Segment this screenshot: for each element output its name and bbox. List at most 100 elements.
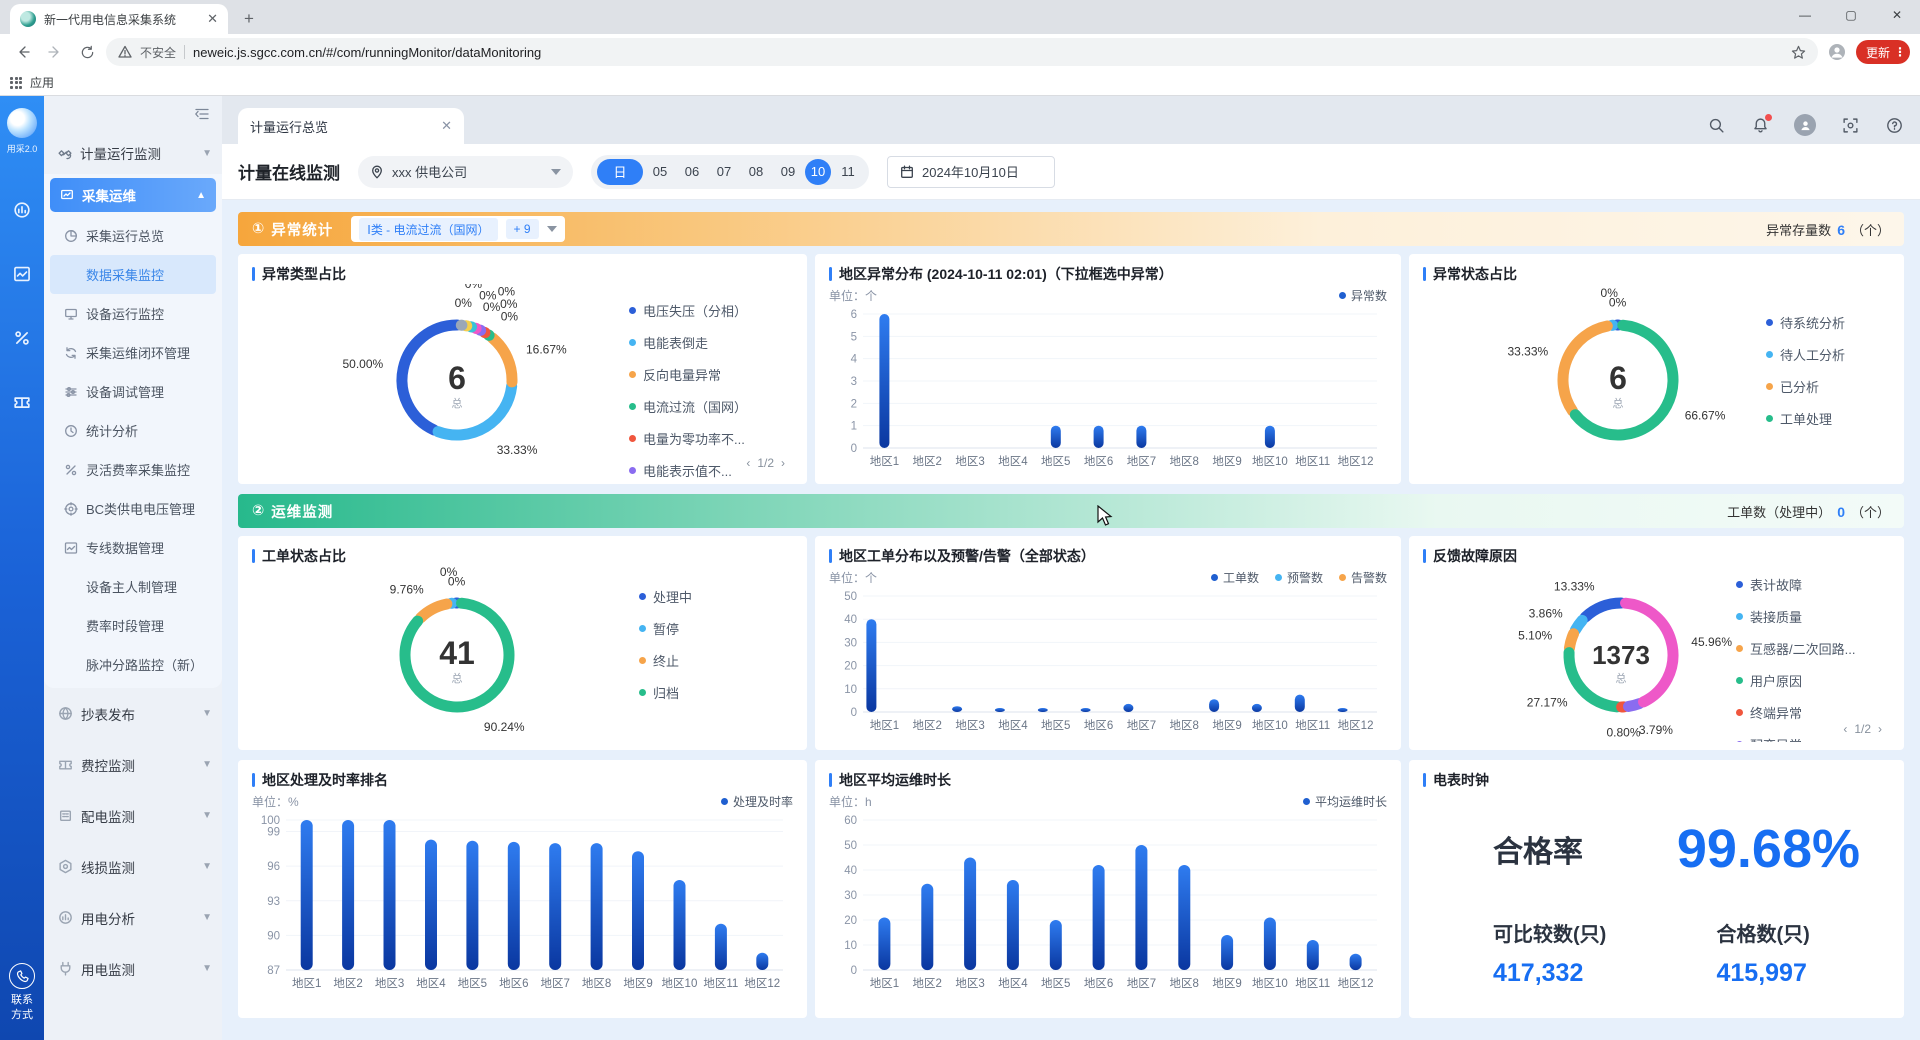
sidebar-item-设备调试管理[interactable]: 设备调试管理 <box>44 372 222 411</box>
user-avatar[interactable] <box>1794 114 1816 136</box>
legend-item: 用户原因 <box>1736 670 1886 690</box>
address-bar[interactable]: 不安全 neweic.js.sgcc.com.cn/#/com/runningM… <box>106 38 1818 66</box>
coupon-icon[interactable] <box>13 393 31 411</box>
contact-block[interactable]: 联系方式 <box>9 963 35 1022</box>
exception-type-select[interactable]: Ⅰ类 - 电流过流（国网） + 9 <box>351 216 564 242</box>
sidebar-item-采集运行总览[interactable]: 采集运行总览 <box>44 216 222 255</box>
notification-bell-icon[interactable] <box>1750 115 1770 135</box>
date-picker[interactable]: 2024年10月10日 <box>887 156 1055 188</box>
legend-dot <box>639 593 646 600</box>
new-tab-button[interactable]: + <box>236 6 262 32</box>
sidebar-group-费控监测[interactable]: 费控监测▼ <box>44 739 222 790</box>
legend-label: 电能表示值不... <box>643 461 732 480</box>
sidebar-group-线损监测[interactable]: 线损监测▼ <box>44 841 222 892</box>
chart-unit: 单位：% <box>252 793 299 810</box>
window-close-button[interactable]: ✕ <box>1874 0 1920 30</box>
ticket-icon <box>58 757 73 772</box>
search-icon[interactable] <box>1706 115 1726 135</box>
browser-update-button[interactable]: 更新 ⋮ <box>1856 40 1910 64</box>
chart-unit: 单位：个 <box>829 569 877 586</box>
apps-grid-icon[interactable] <box>10 77 22 89</box>
svg-text:总: 总 <box>452 396 463 410</box>
tab-close-icon[interactable]: ✕ <box>207 11 218 27</box>
svg-text:地区2: 地区2 <box>333 977 362 990</box>
forward-icon[interactable] <box>42 39 68 65</box>
sidebar-item-label: 设备调试管理 <box>86 382 164 401</box>
sidebar-collapse-button[interactable] <box>194 106 210 122</box>
day-pill-11[interactable]: 11 <box>833 159 863 185</box>
sidebar-item-设备运行监控[interactable]: 设备运行监控 <box>44 294 222 333</box>
svg-text:0: 0 <box>851 965 857 977</box>
sidebar-group-配电监测[interactable]: 配电监测▼ <box>44 790 222 841</box>
company-select[interactable]: xxx 供电公司 <box>358 156 573 188</box>
dashboard-icon[interactable] <box>13 201 31 219</box>
sidebar-item-专线数据管理[interactable]: 专线数据管理 <box>44 528 222 567</box>
tools-icon[interactable] <box>13 329 31 347</box>
sidebar-item-label: 统计分析 <box>86 421 138 440</box>
dashboard-content: ①异常统计 Ⅰ类 - 电流过流（国网） + 9 异常存量数 6 （个） <box>222 200 1920 1040</box>
pager-page: 1/2 <box>757 456 774 470</box>
phone-icon <box>9 963 35 989</box>
pager-prev-icon[interactable]: ‹ <box>1843 722 1847 736</box>
sidebar-item-label: 脉冲分路监控（新） <box>86 655 203 674</box>
pager-next-icon[interactable]: › <box>1878 722 1882 736</box>
collection-icon[interactable] <box>13 265 31 283</box>
day-pill-07[interactable]: 07 <box>709 159 739 185</box>
sidebar-group-抄表发布[interactable]: 抄表发布▼ <box>44 688 222 739</box>
chevron-down-icon: ▼ <box>202 963 212 974</box>
period-day-button[interactable]: 日 <box>597 159 643 185</box>
day-pill-09[interactable]: 09 <box>773 159 803 185</box>
browser-tab[interactable]: 新一代用电信息采集系统 ✕ <box>10 4 228 34</box>
app-logo <box>7 108 37 138</box>
sidebar-item-采集运维闭环管理[interactable]: 采集运维闭环管理 <box>44 333 222 372</box>
panel-title: 反馈故障原因 <box>1433 546 1517 566</box>
sidebar-item-脉冲分路监控（新）[interactable]: 脉冲分路监控（新） <box>44 645 222 684</box>
legend-dot <box>1736 645 1743 652</box>
minimize-button[interactable]: — <box>1782 0 1828 30</box>
sidebar-item-统计分析[interactable]: 统计分析 <box>44 411 222 450</box>
sidebar-group-collection-ops[interactable]: 采集运维 ▲ <box>50 178 216 212</box>
svg-text:0: 0 <box>851 443 857 455</box>
svg-text:0%: 0% <box>500 297 518 311</box>
panel-title: 地区平均运维时长 <box>839 770 951 790</box>
bookmark-apps[interactable]: 应用 <box>30 74 54 91</box>
day-pill-10[interactable]: 10 <box>805 159 831 185</box>
maximize-button[interactable]: ▢ <box>1828 0 1874 30</box>
reload-icon[interactable] <box>74 39 100 65</box>
legend-label: 反向电量异常 <box>643 365 721 384</box>
svg-text:地区1: 地区1 <box>870 977 899 990</box>
svg-text:9.76%: 9.76% <box>390 583 424 597</box>
sidebar-item-metering-monitor[interactable]: 计量运行监测 ▼ <box>44 132 222 174</box>
svg-text:地区10: 地区10 <box>1252 455 1288 468</box>
svg-text:地区7: 地区7 <box>1127 977 1156 990</box>
sidebar-item-费率时段管理[interactable]: 费率时段管理 <box>44 606 222 645</box>
workspace-tab[interactable]: 计量运行总览 ✕ <box>238 108 464 144</box>
sidebar-item-设备主人制管理[interactable]: 设备主人制管理 <box>44 567 222 606</box>
browser-profile-icon[interactable] <box>1824 39 1850 65</box>
pass-rate-label: 合格率 <box>1493 827 1583 871</box>
sidebar-item-BC类供电电压管理[interactable]: BC类供电电压管理 <box>44 489 222 528</box>
chevron-down-icon: ▼ <box>202 861 212 872</box>
svg-text:地区12: 地区12 <box>1338 719 1374 732</box>
pager-prev-icon[interactable]: ‹ <box>746 456 750 470</box>
sidebar-item-灵活费率采集监控[interactable]: 灵活费率采集监控 <box>44 450 222 489</box>
svg-text:3.79%: 3.79% <box>1639 723 1673 737</box>
day-pill-08[interactable]: 08 <box>741 159 771 185</box>
workspace-tab-close-icon[interactable]: ✕ <box>441 118 452 134</box>
bookmark-star-icon[interactable] <box>1791 45 1806 60</box>
back-icon[interactable] <box>10 39 36 65</box>
sidebar-item-数据采集监控[interactable]: 数据采集监控 <box>50 255 216 294</box>
chevron-down-icon <box>547 226 557 232</box>
pager-next-icon[interactable]: › <box>781 456 785 470</box>
day-pill-05[interactable]: 05 <box>645 159 675 185</box>
kebab-icon[interactable]: ⋮ <box>1894 45 1906 59</box>
legend-item: 暂停 <box>639 618 789 638</box>
help-icon[interactable] <box>1884 115 1904 135</box>
svg-text:地区9: 地区9 <box>623 977 652 990</box>
fullscreen-icon[interactable] <box>1840 115 1860 135</box>
legend-label: 告警数 <box>1351 569 1387 586</box>
sidebar-group-用电分析[interactable]: 用电分析▼ <box>44 892 222 943</box>
sidebar-group-用电监测[interactable]: 用电监测▼ <box>44 943 222 994</box>
day-pill-06[interactable]: 06 <box>677 159 707 185</box>
workorder-count-value: 0 <box>1837 504 1845 520</box>
